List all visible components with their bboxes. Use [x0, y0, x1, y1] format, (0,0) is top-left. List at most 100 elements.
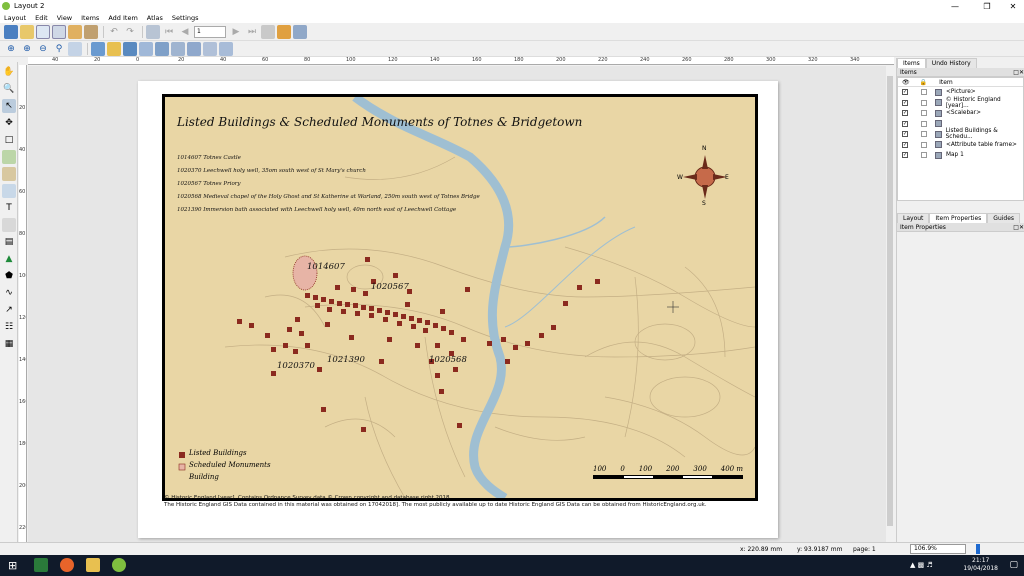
list-item[interactable]: ✓ Map 1 — [898, 150, 1023, 161]
lock-checkbox[interactable] — [921, 152, 927, 159]
visibility-checkbox[interactable]: ✓ — [902, 152, 908, 159]
list-item[interactable]: ✓ <Scalebar> — [898, 108, 1023, 119]
move-content-icon[interactable]: ✥ — [2, 116, 16, 130]
lock-checkbox[interactable] — [921, 99, 927, 106]
layout-canvas[interactable]: Listed Buildings & Scheduled Monuments o… — [28, 66, 886, 542]
scalebar[interactable]: 100 0 100 200 300 400 m — [593, 465, 743, 479]
float-close-icon[interactable]: □✕ — [1013, 69, 1024, 76]
unlock-items-icon[interactable] — [139, 41, 153, 56]
add-label-icon[interactable]: T — [2, 201, 16, 215]
add-map-icon[interactable] — [2, 150, 16, 164]
first-feature-icon[interactable]: ⏮ — [162, 25, 176, 39]
zoom-full-icon[interactable]: ⊕ — [4, 42, 18, 56]
list-item[interactable]: ✓ © Historic England [year]... — [898, 97, 1023, 109]
lock-checkbox[interactable] — [921, 141, 927, 148]
atlas-preview-icon[interactable] — [146, 24, 160, 39]
file-explorer-icon[interactable] — [86, 558, 100, 572]
add-polyline-icon[interactable]: ∿ — [2, 286, 16, 300]
menu-layout[interactable]: Layout — [4, 14, 26, 22]
tray-icons[interactable]: ▲ ▩ ♬ — [910, 561, 933, 569]
minimize-button[interactable]: — — [940, 0, 970, 12]
ungroup-items-icon[interactable] — [107, 41, 121, 56]
lock-checkbox[interactable] — [921, 131, 927, 138]
save-icon[interactable] — [4, 24, 18, 39]
tab-undo-history[interactable]: Undo History — [925, 58, 977, 68]
undo-icon[interactable]: ↶ — [107, 25, 121, 39]
menu-edit[interactable]: Edit — [35, 14, 48, 22]
select-icon[interactable]: ↖ — [2, 99, 16, 113]
zoom-out-icon[interactable]: ⊖ — [36, 42, 50, 56]
canvas-vertical-scrollbar[interactable] — [886, 66, 894, 542]
task-app-icon[interactable] — [34, 558, 48, 572]
atlas-settings-icon[interactable] — [293, 24, 307, 39]
zoom-select[interactable]: 106.9% — [910, 544, 966, 554]
north-arrow[interactable]: N S E W — [677, 145, 730, 207]
pan-icon[interactable]: ✋ — [2, 65, 16, 79]
add-arrow-icon[interactable]: ↗ — [2, 303, 16, 317]
visibility-checkbox[interactable]: ✓ — [902, 120, 908, 127]
group-items-icon[interactable] — [91, 41, 105, 56]
visibility-checkbox[interactable]: ✓ — [902, 110, 908, 117]
print-atlas-icon[interactable] — [261, 24, 275, 39]
taskbar-clock[interactable]: 21:17 19/04/2018 — [963, 557, 998, 573]
save-template-icon[interactable] — [84, 24, 98, 39]
attribution-text[interactable]: © Historic England [year]. Contains Ordn… — [164, 495, 707, 509]
items-list[interactable]: 👁 🔒 Item ✓ <Picture> ✓ © Historic England … — [897, 77, 1024, 201]
tab-guides[interactable]: Guides — [987, 213, 1021, 223]
add-attribute-table-icon[interactable]: ▦ — [2, 337, 16, 351]
add-picture-icon[interactable] — [2, 184, 16, 198]
next-feature-icon[interactable]: ▶ — [229, 25, 243, 39]
add-scalebar-icon[interactable]: ▤ — [2, 235, 16, 249]
menu-atlas[interactable]: Atlas — [147, 14, 163, 22]
list-item[interactable]: ✓ Listed Buildings & Schedu... — [898, 128, 1023, 140]
lock-checkbox[interactable] — [921, 110, 927, 117]
close-button[interactable]: ✕ — [998, 0, 1024, 12]
layout-manager-icon[interactable] — [52, 24, 66, 39]
menu-add-item[interactable]: Add Item — [108, 14, 137, 22]
resize-icon[interactable] — [219, 41, 233, 56]
edit-nodes-icon[interactable]: □ — [2, 133, 16, 147]
zoom-tool-icon[interactable]: 🔍 — [2, 82, 16, 96]
tab-item-properties[interactable]: Item Properties — [929, 213, 988, 223]
qgis-taskbar-icon[interactable] — [112, 558, 126, 572]
zoom-slider-handle[interactable] — [976, 544, 980, 554]
duplicate-layout-icon[interactable] — [36, 24, 50, 39]
tab-layout[interactable]: Layout — [897, 213, 930, 223]
zoom-in-icon[interactable]: ⊕ — [20, 42, 34, 56]
lower-items-icon[interactable] — [171, 41, 185, 56]
add-shape-icon[interactable]: ▲ — [2, 252, 16, 266]
tab-items[interactable]: Items — [897, 58, 926, 68]
menu-items[interactable]: Items — [81, 14, 99, 22]
lock-checkbox[interactable] — [921, 89, 927, 96]
lock-checkbox[interactable] — [921, 120, 927, 127]
add-html-icon[interactable]: ☷ — [2, 320, 16, 334]
layout-page[interactable]: Listed Buildings & Scheduled Monuments o… — [138, 81, 778, 538]
menu-settings[interactable]: Settings — [172, 14, 199, 22]
visibility-checkbox[interactable]: ✓ — [902, 141, 908, 148]
raise-items-icon[interactable] — [155, 41, 169, 56]
map-item[interactable]: Listed Buildings & Scheduled Monuments o… — [162, 94, 758, 501]
menu-view[interactable]: View — [57, 14, 72, 22]
redo-icon[interactable]: ↷ — [123, 25, 137, 39]
visibility-checkbox[interactable]: ✓ — [902, 89, 908, 96]
new-layout-icon[interactable] — [20, 24, 34, 39]
scrollbar-thumb[interactable] — [887, 76, 893, 526]
export-atlas-icon[interactable] — [277, 24, 291, 39]
last-feature-icon[interactable]: ⏭ — [245, 25, 259, 39]
add-polygon-icon[interactable]: ⬟ — [2, 269, 16, 283]
atlas-page-input[interactable]: 1 — [194, 25, 226, 38]
load-template-icon[interactable] — [68, 24, 82, 39]
notification-icon[interactable]: ▢ — [1009, 560, 1018, 570]
firefox-icon[interactable] — [60, 558, 74, 572]
zoom-actual-icon[interactable]: ⚲ — [52, 42, 66, 56]
distribute-icon[interactable] — [203, 41, 217, 56]
visibility-checkbox[interactable]: ✓ — [902, 131, 908, 138]
previous-feature-icon[interactable]: ◀ — [178, 25, 192, 39]
windows-start-icon[interactable]: ⊞ — [8, 559, 17, 572]
lock-items-icon[interactable] — [123, 41, 137, 56]
align-left-icon[interactable] — [187, 41, 201, 56]
add-legend-icon[interactable] — [2, 218, 16, 232]
add-3d-map-icon[interactable] — [2, 167, 16, 181]
list-item[interactable]: ✓ <Attribute table frame> — [898, 140, 1023, 151]
float-close-icon[interactable]: □✕ — [1013, 224, 1024, 231]
